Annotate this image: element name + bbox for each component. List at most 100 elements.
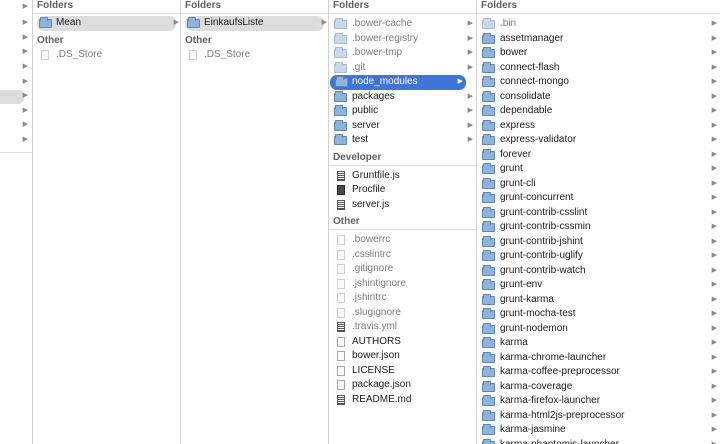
folder-item-grunt-contrib-csslint[interactable]: grunt-contrib-csslint ▶: [477, 206, 720, 221]
folder-label: grunt-contrib-uglify: [500, 250, 583, 261]
folder-label: express: [500, 119, 536, 131]
file-item-travis-yml[interactable]: .travis.yml: [329, 320, 476, 335]
chevron-right-icon: ▶: [711, 426, 717, 433]
file-item-authors[interactable]: AUTHORS: [329, 335, 476, 350]
file-item-gruntfile-js[interactable]: Gruntfile.js: [329, 169, 476, 184]
file-item-gitignore[interactable]: .gitignore: [329, 262, 476, 277]
section-header-other: Other: [185, 34, 212, 46]
file-item-slugignore[interactable]: .slugignore: [329, 306, 476, 321]
folder-item-express[interactable]: express ▶: [477, 119, 720, 134]
folder-item-bower-tmp[interactable]: .bower-tmp ▶: [329, 46, 476, 61]
folder-item-test[interactable]: test ▶: [329, 133, 476, 148]
folder-item-bower-cache[interactable]: .bower-cache ▶: [329, 17, 476, 32]
folder-item-grunt-contrib-jshint[interactable]: grunt-contrib-jshint ▶: [477, 235, 720, 250]
file-item[interactable]: .DS_Store: [181, 48, 328, 63]
chevron-right-icon: ▶: [22, 48, 28, 55]
folder-item-server[interactable]: server ▶: [329, 119, 476, 134]
file-item-csslintrc[interactable]: .csslintrc: [329, 248, 476, 263]
chevron-right-icon: ▶: [711, 339, 717, 346]
folder-item-karma-jasmine[interactable]: karma-jasmine ▶: [477, 423, 720, 438]
folder-icon: [39, 17, 52, 28]
file-icon: [189, 49, 197, 60]
folder-item-connect-mongo[interactable]: connect-mongo ▶: [477, 75, 720, 90]
folder-item-grunt[interactable]: grunt ▶: [477, 162, 720, 177]
folder-item-bower[interactable]: bower ▶: [477, 46, 720, 61]
folder-label: forever: [500, 148, 532, 160]
file-label: .slugignore: [352, 306, 401, 318]
folder-icon: [482, 192, 495, 203]
file-label: .gitignore: [352, 263, 394, 274]
folder-icon: [482, 32, 495, 44]
folder-item-grunt-mocha-test[interactable]: grunt-mocha-test ▶: [477, 307, 720, 322]
folder-item-karma-chrome-launcher[interactable]: karma-chrome-launcher ▶: [477, 351, 720, 366]
folder-icon: [482, 438, 495, 444]
folder-item-karma-phantomjs-launcher[interactable]: karma-phantomjs-launcher ▶: [477, 438, 720, 444]
folder-icon: [334, 134, 347, 145]
file-icon: [337, 278, 345, 289]
file-item-readme-md[interactable]: README.md: [329, 393, 476, 408]
folder-item-connect-flash[interactable]: connect-flash ▶: [477, 61, 720, 76]
selected-row[interactable]: [0, 90, 24, 104]
folder-item-consolidate[interactable]: consolidate ▶: [477, 90, 720, 105]
column-1: Folders Mean ▶ Other .DS_Store: [33, 0, 181, 444]
folder-list: Mean ▶: [33, 14, 180, 31]
folder-item-karma-firefox-launcher[interactable]: karma-firefox-launcher ▶: [477, 394, 720, 409]
file-item-procfile[interactable]: Procfile: [329, 183, 476, 198]
folder-item-dependable[interactable]: dependable ▶: [477, 104, 720, 119]
folder-item-grunt-concurrent[interactable]: grunt-concurrent ▶: [477, 191, 720, 206]
folder-item-node-modules[interactable]: node_modules ▶: [330, 75, 466, 90]
folder-item-grunt-contrib-cssmin[interactable]: grunt-contrib-cssmin ▶: [477, 220, 720, 235]
folder-item-grunt-nodemon[interactable]: grunt-nodemon ▶: [477, 322, 720, 337]
file-item-bower-json[interactable]: bower.json: [329, 349, 476, 364]
file-item-bowerrc[interactable]: .bowerrc: [329, 233, 476, 248]
chevron-right-icon: ▶: [467, 49, 473, 56]
folder-item-bower-registry[interactable]: .bower-registry ▶: [329, 32, 476, 47]
folder-item-packages[interactable]: packages ▶: [329, 90, 476, 105]
file-item[interactable]: .DS_Store: [33, 48, 180, 63]
folder-item-karma-coverage[interactable]: karma-coverage ▶: [477, 380, 720, 395]
chevron-right-icon: ▶: [22, 121, 28, 128]
previous-column: ▶ ▶ ▶ ▶ ▶ ▶ ▶ ▶ ▶ ▶: [0, 0, 33, 444]
file-label: .travis.yml: [352, 321, 397, 332]
folder-label: Mean: [56, 17, 82, 28]
chevron-right-icon: ▶: [711, 266, 717, 274]
file-label: .csslintrc: [352, 248, 391, 260]
folder-item-public[interactable]: public ▶: [329, 104, 476, 119]
file-item-jshintignore[interactable]: .jshintignore: [329, 277, 476, 292]
folder-item-forever[interactable]: forever ▶: [477, 148, 720, 163]
folder-item-grunt-cli[interactable]: grunt-cli ▶: [477, 177, 720, 192]
column-3: Folders .bower-cache ▶ .bower-registry ▶ .bo…: [329, 0, 477, 444]
chevron-right-icon: ▶: [457, 78, 463, 85]
file-item-jshintrc[interactable]: .jshintrc: [329, 291, 476, 306]
folder-label: node_modules: [352, 76, 418, 87]
file-item-server-js[interactable]: server.js: [329, 198, 476, 213]
file-item-license[interactable]: LICENSE: [329, 364, 476, 379]
folder-item-git[interactable]: .git ▶: [329, 61, 476, 76]
folder-item-mean[interactable]: Mean ▶: [37, 16, 179, 31]
folder-item-einkaufsliste[interactable]: EinkaufsListe ▶: [185, 16, 327, 31]
folder-item-grunt-contrib-watch[interactable]: grunt-contrib-watch ▶: [477, 264, 720, 279]
folder-item-express-validator[interactable]: express-validator ▶: [477, 133, 720, 148]
folder-item-bin[interactable]: .bin ▶: [477, 17, 720, 32]
chevron-right-icon: ▶: [467, 121, 473, 129]
folder-item-karma-coffee-preprocessor[interactable]: karma-coffee-preprocessor ▶: [477, 365, 720, 380]
other-file-list: .bowerrc .csslintrc .gitignore .jshintignor…: [329, 230, 476, 407]
file-label: .jshintrc: [352, 292, 387, 303]
folder-item-grunt-karma[interactable]: grunt-karma ▶: [477, 293, 720, 308]
file-item-package-json[interactable]: package.json: [329, 378, 476, 393]
script-file-icon: [337, 199, 345, 210]
file-icon: [337, 264, 345, 274]
folder-item-karma-html2js-preprocessor[interactable]: karma-html2js-preprocessor ▶: [477, 409, 720, 424]
file-icon: [337, 380, 345, 390]
folder-item-grunt-env[interactable]: grunt-env ▶: [477, 278, 720, 293]
file-label: bower.json: [352, 350, 400, 361]
folder-icon: [334, 90, 347, 102]
folder-icon: [482, 250, 495, 261]
folder-item-grunt-contrib-uglify[interactable]: grunt-contrib-uglify ▶: [477, 249, 720, 264]
folder-icon: [482, 119, 495, 131]
folder-label: .bower-registry: [352, 32, 419, 44]
section-header-folders: Folders: [477, 0, 720, 14]
chevron-right-icon: ▶: [321, 19, 327, 26]
folder-item-assetmanager[interactable]: assetmanager ▶: [477, 32, 720, 47]
folder-item-karma[interactable]: karma ▶: [477, 336, 720, 351]
